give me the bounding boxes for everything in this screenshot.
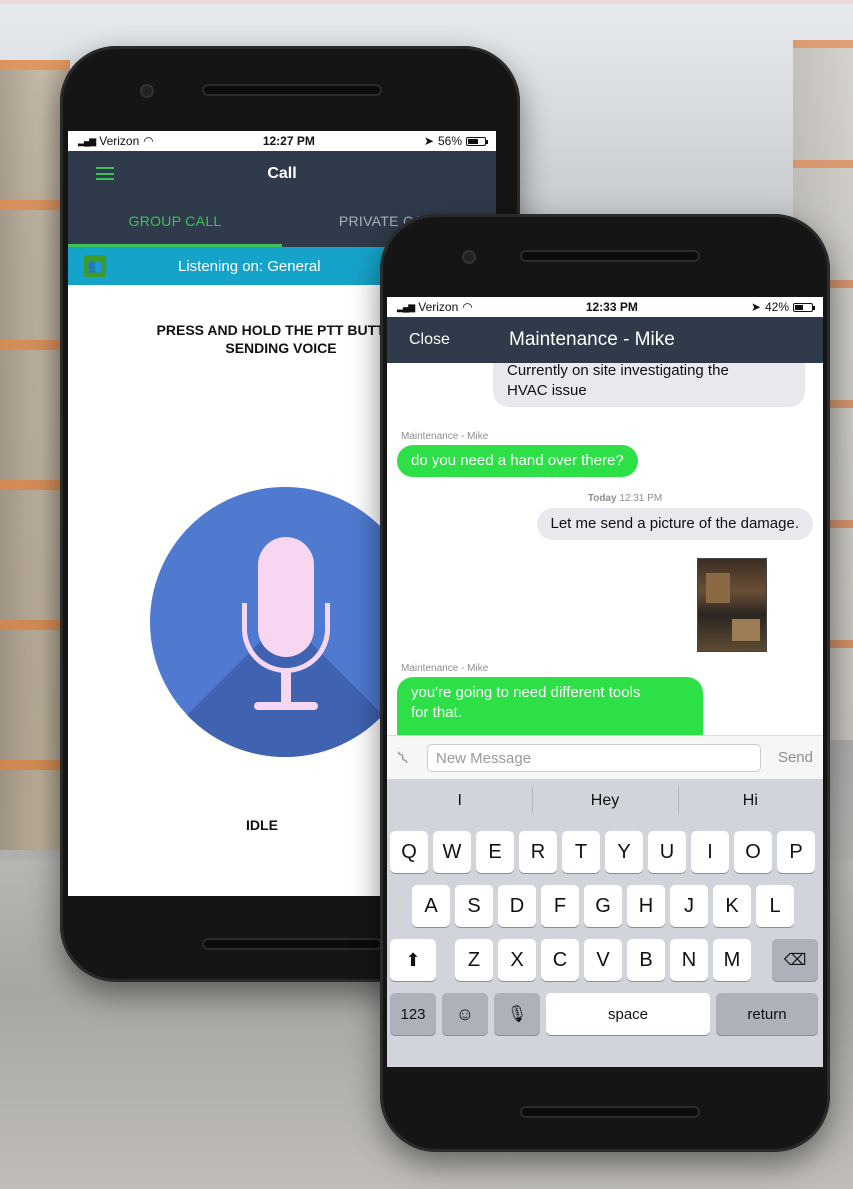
battery-percent: 56%	[437, 134, 462, 148]
signal-icon: ▂▄▆	[78, 135, 96, 146]
battery-percent: 42%	[764, 300, 789, 314]
key-f[interactable]: F	[541, 885, 579, 927]
key-v[interactable]: V	[584, 939, 622, 981]
message-composer: ⌇ Send	[387, 735, 823, 779]
key-z[interactable]: Z	[455, 939, 493, 981]
carrier-label: Verizon	[99, 134, 140, 148]
timestamp-day: Today	[587, 493, 617, 504]
timestamp-time: 12:31 PM	[619, 493, 663, 504]
key-j[interactable]: J	[670, 885, 708, 927]
dictation-microphone-icon[interactable]: 🎙	[494, 993, 540, 1035]
group-icon: 👥	[84, 255, 106, 277]
message-text: Currently on site investigating the	[507, 363, 729, 379]
message-timestamp: Today 12:31 PM	[387, 493, 823, 504]
key-x[interactable]: X	[498, 939, 536, 981]
key-c[interactable]: C	[541, 939, 579, 981]
key-q[interactable]: Q	[390, 831, 428, 873]
hamburger-menu-icon[interactable]	[96, 167, 114, 180]
message-list[interactable]: Currently on site investigating the HVAC…	[387, 363, 823, 735]
key-h[interactable]: H	[627, 885, 665, 927]
tab-group-call[interactable]: GROUP CALL	[68, 197, 282, 247]
key-e[interactable]: E	[476, 831, 514, 873]
earpiece-speaker	[202, 84, 382, 96]
location-arrow-icon: ➤	[750, 300, 761, 314]
key-i[interactable]: I	[691, 831, 729, 873]
predictive-text-bar: I Hey Hi	[387, 779, 823, 823]
status-time: 12:33 PM	[585, 300, 638, 314]
key-n[interactable]: N	[670, 939, 708, 981]
message-bubble-outgoing[interactable]: Currently on site investigating the HVAC…	[493, 363, 805, 407]
onscreen-keyboard: I Hey Hi Q W E R T Y U I O P A S D F G H…	[387, 779, 823, 1067]
message-bubble-incoming[interactable]: do you need a hand over there?	[397, 445, 638, 477]
signal-icon: ▂▄▆	[397, 301, 415, 312]
mic-base	[254, 702, 318, 710]
key-w[interactable]: W	[433, 831, 471, 873]
key-u[interactable]: U	[648, 831, 686, 873]
app-bar: Call	[68, 151, 496, 197]
paperclip-icon[interactable]: ⌇	[394, 747, 413, 769]
key-d[interactable]: D	[498, 885, 536, 927]
key-t[interactable]: T	[562, 831, 600, 873]
emoji-icon[interactable]: ☺	[442, 993, 488, 1035]
shift-arrow-icon[interactable]: ⬆	[390, 939, 436, 981]
page-title: Call	[267, 165, 297, 182]
prediction-suggestion[interactable]: Hi	[677, 786, 823, 814]
wifi-icon: ◠	[143, 134, 154, 148]
status-time: 12:27 PM	[262, 134, 315, 148]
message-text: for that.	[411, 704, 462, 721]
bottom-speaker	[520, 1106, 700, 1118]
battery-icon	[466, 136, 488, 146]
send-button[interactable]: Send	[778, 749, 813, 766]
battery-icon	[793, 302, 815, 312]
phone-right: ▂▄▆ Verizon ◠ 12:33 PM ➤ 42% Close Maint…	[380, 214, 830, 1152]
location-arrow-icon: ➤	[423, 134, 434, 148]
sender-name: Maintenance - Mike	[401, 431, 489, 442]
key-m[interactable]: M	[713, 939, 751, 981]
key-k[interactable]: K	[713, 885, 751, 927]
key-b[interactable]: B	[627, 939, 665, 981]
key-o[interactable]: O	[734, 831, 772, 873]
message-text: you're going to need different tools	[411, 684, 641, 701]
front-camera	[140, 84, 154, 98]
prediction-suggestion[interactable]: Hey	[532, 786, 677, 814]
backspace-icon[interactable]: ⌫	[772, 939, 818, 981]
space-key[interactable]: space	[546, 993, 710, 1035]
message-image-attachment[interactable]	[697, 558, 767, 652]
key-g[interactable]: G	[584, 885, 622, 927]
carrier-label: Verizon	[418, 300, 459, 314]
mic-stem	[281, 672, 291, 704]
sender-name: Maintenance - Mike	[401, 663, 489, 674]
key-a[interactable]: A	[412, 885, 450, 927]
right-screen: ▂▄▆ Verizon ◠ 12:33 PM ➤ 42% Close Maint…	[387, 297, 823, 1067]
message-bubble-incoming[interactable]: you're going to need different tools for…	[397, 677, 703, 735]
return-key[interactable]: return	[716, 993, 818, 1035]
chat-nav-bar: Close Maintenance - Mike	[387, 317, 823, 363]
earpiece-speaker	[520, 250, 700, 262]
status-bar: ▂▄▆ Verizon ◠ 12:27 PM ➤ 56%	[68, 131, 496, 151]
message-text: HVAC issue	[507, 382, 587, 399]
key-s[interactable]: S	[455, 885, 493, 927]
listening-channel: Listening on: General	[178, 257, 321, 275]
bottom-speaker	[202, 938, 382, 950]
numbers-key[interactable]: 123	[390, 993, 436, 1035]
key-p[interactable]: P	[777, 831, 815, 873]
key-y[interactable]: Y	[605, 831, 643, 873]
message-input[interactable]	[427, 744, 761, 772]
front-camera	[462, 250, 476, 264]
key-r[interactable]: R	[519, 831, 557, 873]
message-bubble-outgoing[interactable]: Let me send a picture of the damage.	[536, 508, 813, 540]
prediction-suggestion[interactable]: I	[387, 792, 532, 810]
wifi-icon: ◠	[462, 300, 473, 314]
close-button[interactable]: Close	[409, 331, 450, 349]
key-l[interactable]: L	[756, 885, 794, 927]
status-bar: ▂▄▆ Verizon ◠ 12:33 PM ➤ 42%	[387, 297, 823, 317]
chat-title: Maintenance - Mike	[509, 329, 675, 350]
